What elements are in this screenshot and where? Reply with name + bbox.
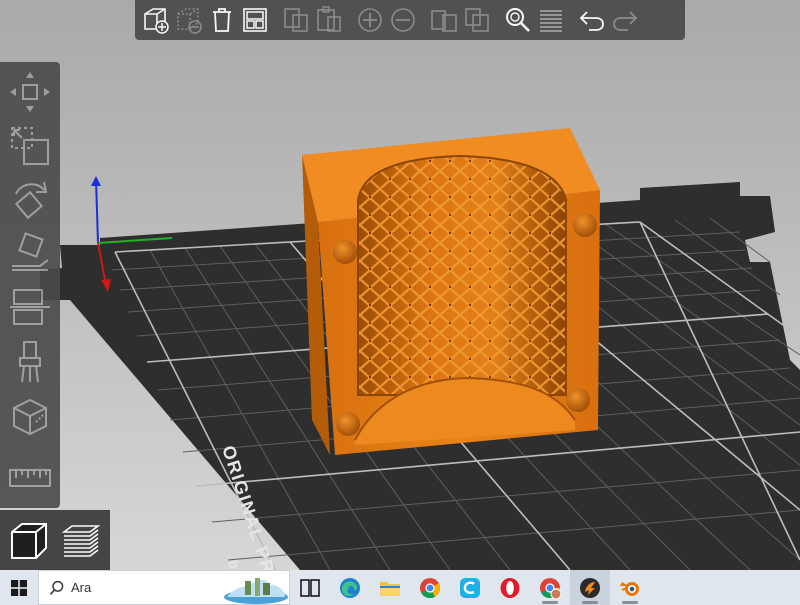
left-toolbar <box>0 62 60 508</box>
scale-icon[interactable] <box>4 120 56 172</box>
windows-start-icon[interactable] <box>0 570 38 605</box>
search-icon <box>49 580 64 595</box>
search-icon[interactable] <box>501 2 534 38</box>
split-objects-icon[interactable] <box>427 2 460 38</box>
opera-icon[interactable] <box>490 570 530 605</box>
split-parts-icon[interactable] <box>460 2 493 38</box>
add-instance-icon[interactable] <box>353 2 386 38</box>
measure-icon[interactable] <box>4 452 56 504</box>
prusaslicer-icon[interactable] <box>570 570 610 605</box>
edge-icon[interactable] <box>330 570 370 605</box>
task-view-icon[interactable] <box>290 570 330 605</box>
taskbar-search-box[interactable]: Ara <box>38 570 290 605</box>
move-icon[interactable] <box>4 66 56 118</box>
redo-icon[interactable] <box>608 2 641 38</box>
view-tabs <box>0 510 110 570</box>
windows-taskbar: Ara <box>0 570 800 605</box>
add-icon[interactable] <box>139 2 172 38</box>
3d-model[interactable] <box>302 128 600 455</box>
file-explorer-icon[interactable] <box>370 570 410 605</box>
layers-editing-icon[interactable] <box>534 2 567 38</box>
paint-supports-icon[interactable] <box>4 336 56 388</box>
search-highlight-image <box>224 578 288 604</box>
rotate-icon[interactable] <box>4 174 56 226</box>
chrome-profile-icon[interactable] <box>530 570 570 605</box>
ccleaner-icon[interactable] <box>450 570 490 605</box>
cut-icon[interactable] <box>4 282 56 334</box>
3d-view-icon[interactable] <box>4 516 54 566</box>
chrome-icon[interactable] <box>410 570 450 605</box>
arrange-icon[interactable] <box>238 2 271 38</box>
seam-painting-icon[interactable] <box>4 390 56 442</box>
place-on-face-icon[interactable] <box>4 228 56 280</box>
top-toolbar <box>135 0 685 40</box>
remove-instance-icon[interactable] <box>386 2 419 38</box>
3d-viewport[interactable]: ORIGINAL PRUSA b <box>0 0 800 570</box>
delete-icon[interactable] <box>172 2 205 38</box>
paste-icon[interactable] <box>312 2 345 38</box>
undo-icon[interactable] <box>575 2 608 38</box>
blender-icon[interactable] <box>610 570 650 605</box>
delete-all-icon[interactable] <box>205 2 238 38</box>
copy-icon[interactable] <box>279 2 312 38</box>
taskbar-search-placeholder: Ara <box>71 580 92 595</box>
preview-icon[interactable] <box>56 516 106 566</box>
